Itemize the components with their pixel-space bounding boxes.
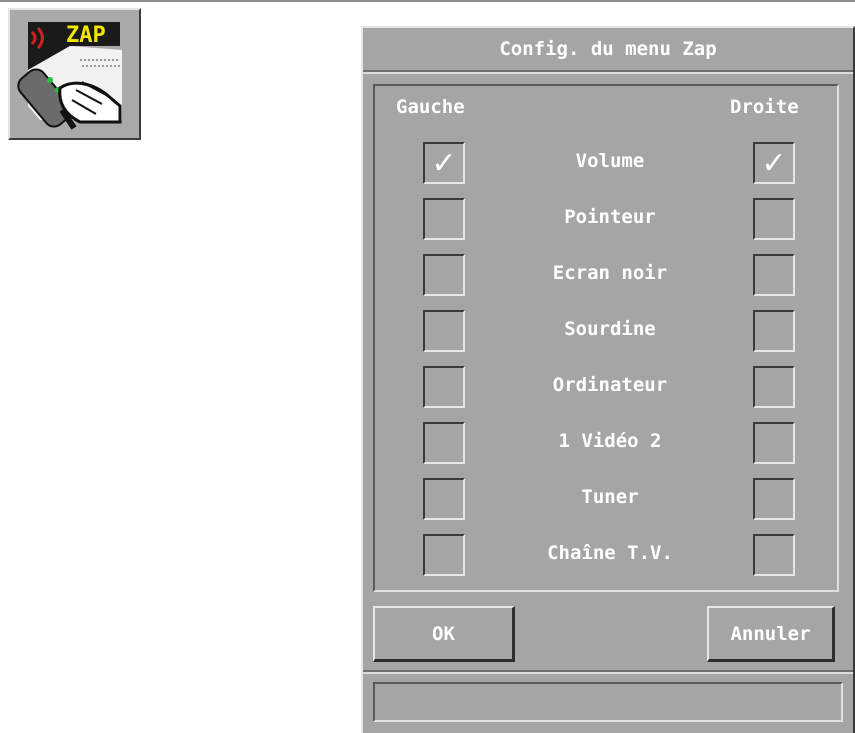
status-field [373, 682, 843, 722]
option-label: Pointeur [564, 206, 656, 228]
right-checkbox-chaine-tv[interactable] [753, 534, 795, 576]
right-checkbox-volume[interactable]: ✓ [753, 142, 795, 184]
option-label: 1 Vidéo 2 [558, 430, 662, 452]
option-row-ecran-noir: Ecran noir [363, 254, 853, 300]
right-checkbox-ecran-noir[interactable] [753, 254, 795, 296]
right-checkbox-sourdine[interactable] [753, 310, 795, 352]
left-checkbox-sourdine[interactable] [423, 310, 465, 352]
option-label: Chaîne T.V. [547, 542, 673, 564]
zap-app-icon[interactable]: ZAP [8, 8, 141, 140]
left-checkbox-tuner[interactable] [423, 478, 465, 520]
right-checkbox-video[interactable] [753, 422, 795, 464]
option-label: Ordinateur [552, 374, 668, 396]
option-row-volume: ✓ Volume ✓ [363, 142, 853, 188]
right-checkbox-pointeur[interactable] [753, 198, 795, 240]
left-checkbox-volume[interactable]: ✓ [423, 142, 465, 184]
right-checkbox-tuner[interactable] [753, 478, 795, 520]
option-label: Ecran noir [552, 262, 668, 284]
left-checkbox-ecran-noir[interactable] [423, 254, 465, 296]
option-label: Sourdine [564, 318, 656, 340]
right-checkbox-ordinateur[interactable] [753, 366, 795, 408]
left-checkbox-ordinateur[interactable] [423, 366, 465, 408]
option-label: Tuner [581, 486, 639, 508]
left-checkbox-chaine-tv[interactable] [423, 534, 465, 576]
option-row-chaine-tv: Chaîne T.V. [363, 534, 853, 580]
remote-control-hand-icon: ZAP [17, 22, 122, 130]
ok-button[interactable]: OK [373, 606, 515, 662]
left-checkbox-pointeur[interactable] [423, 198, 465, 240]
option-row-video: 1 Vidéo 2 [363, 422, 853, 468]
left-column-header: Gauche [396, 96, 465, 118]
option-label: Volume [575, 150, 645, 172]
left-checkbox-video[interactable] [423, 422, 465, 464]
right-column-header: Droite [730, 96, 799, 118]
footer-divider [363, 670, 853, 672]
dialog-title: Config. du menu Zap [363, 28, 853, 72]
cancel-button[interactable]: Annuler [707, 606, 835, 662]
option-row-pointeur: Pointeur [363, 198, 853, 244]
zap-config-dialog: Config. du menu Zap Gauche Droite ✓ Volu… [361, 26, 855, 733]
zap-label: ZAP [66, 23, 106, 48]
option-row-sourdine: Sourdine [363, 310, 853, 356]
option-row-tuner: Tuner [363, 478, 853, 524]
option-row-ordinateur: Ordinateur [363, 366, 853, 412]
top-divider [0, 0, 855, 2]
